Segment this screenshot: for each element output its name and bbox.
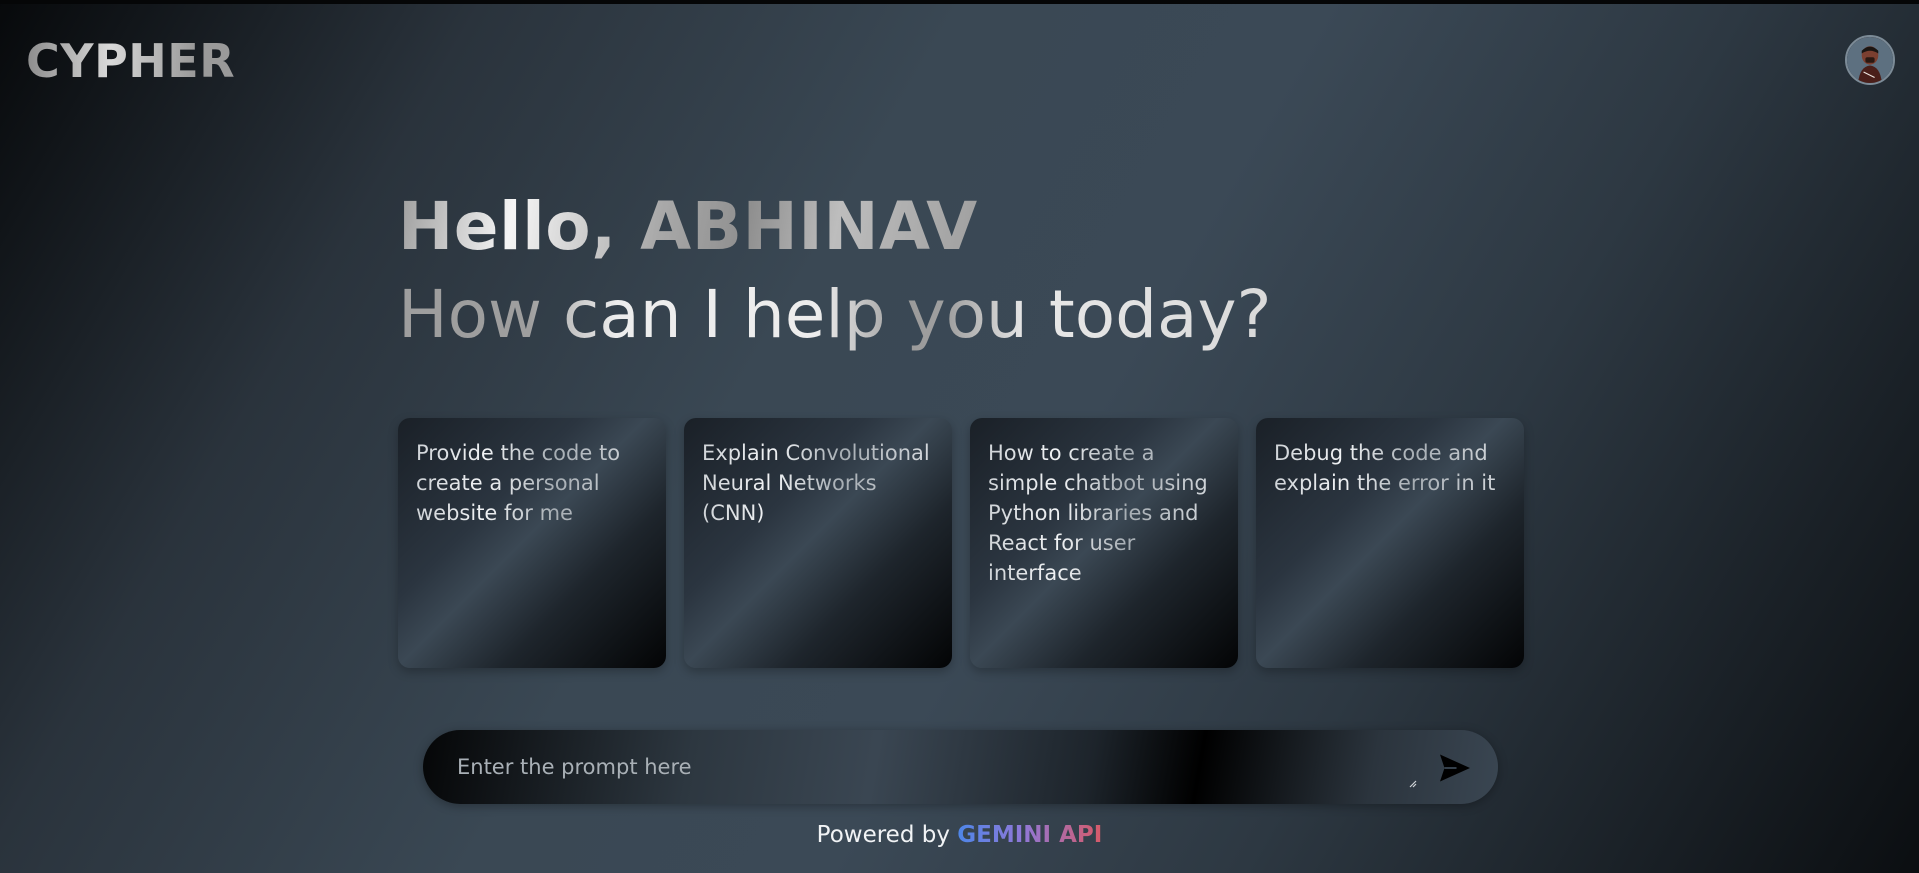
card-text: Explain Convolutional Neural Networks (C…: [702, 438, 934, 528]
app-logo: CYPHER: [26, 34, 236, 88]
top-border: [0, 0, 1919, 4]
prompt-bar: [423, 730, 1498, 804]
footer-credit: Powered by GEMINI API: [0, 822, 1919, 848]
send-icon[interactable]: [1437, 750, 1473, 786]
suggestion-card-chatbot[interactable]: How to create a simple chatbot using Pyt…: [970, 418, 1238, 668]
user-avatar[interactable]: [1845, 35, 1895, 85]
suggestion-card-cnn[interactable]: Explain Convolutional Neural Networks (C…: [684, 418, 952, 668]
greeting-heading: Hello, ABHINAV: [398, 188, 978, 265]
avatar-icon: [1847, 37, 1893, 83]
card-text: Debug the code and explain the error in …: [1274, 438, 1506, 498]
suggestion-cards: Provide the code to create a personal we…: [398, 418, 1524, 668]
suggestion-card-personal-website[interactable]: Provide the code to create a personal we…: [398, 418, 666, 668]
resize-grip-icon[interactable]: [1407, 778, 1417, 788]
gemini-api-link[interactable]: GEMINI API: [957, 822, 1102, 848]
footer-prefix: Powered by: [816, 822, 958, 848]
help-subtitle: How can I help you today?: [398, 276, 1272, 353]
card-text: Provide the code to create a personal we…: [416, 438, 648, 528]
card-text: How to create a simple chatbot using Pyt…: [988, 438, 1220, 588]
prompt-input[interactable]: [457, 744, 1443, 790]
suggestion-card-debug[interactable]: Debug the code and explain the error in …: [1256, 418, 1524, 668]
